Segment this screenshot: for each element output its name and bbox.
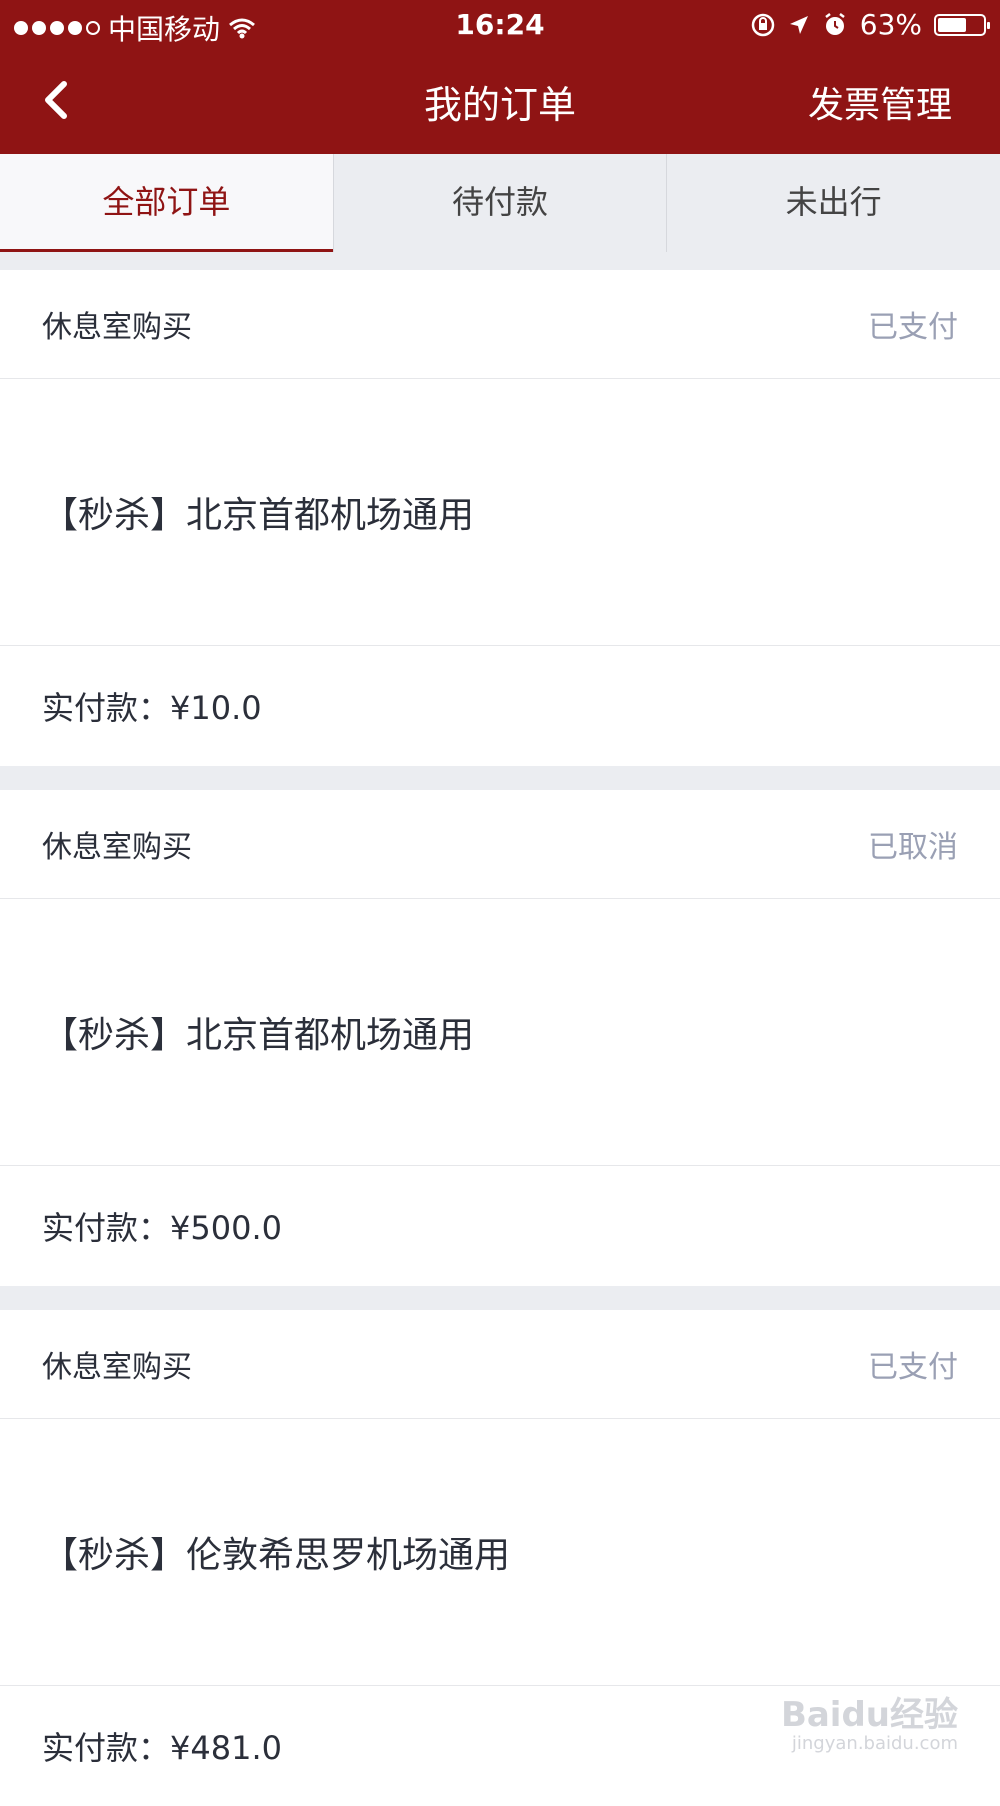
order-footer: 实付款：¥500.0 <box>0 1166 1000 1286</box>
tab-all-orders[interactable]: 全部订单 <box>0 154 334 252</box>
order-header: 休息室购买 已取消 <box>0 790 1000 899</box>
orientation-lock-icon <box>751 13 775 36</box>
baidu-watermark: Baidu经验 jingyan.baidu.com <box>780 1694 958 1755</box>
paid-amount: 实付款：¥10.0 <box>42 689 262 727</box>
tab-pending-payment[interactable]: 待付款 <box>334 154 668 252</box>
battery-fill <box>938 17 966 32</box>
order-tabs: 全部订单 待付款 未出行 <box>0 154 1000 252</box>
watermark-main: Baidu经验 <box>780 1694 958 1735</box>
order-status: 已支付 <box>868 310 958 345</box>
paid-amount: 实付款：¥481.0 <box>42 1729 282 1767</box>
order-list: 休息室购买 已支付 【秒杀】北京首都机场通用 实付款：¥10.0 休息室购买 已… <box>0 252 1000 1806</box>
alarm-icon <box>825 12 845 35</box>
location-icon <box>789 15 808 34</box>
tab-not-traveled[interactable]: 未出行 <box>667 154 1000 252</box>
chevron-left-icon <box>45 81 67 119</box>
order-type: 休息室购买 <box>42 1350 192 1385</box>
order-product[interactable]: 【秒杀】伦敦希思罗机场通用 <box>0 1419 1000 1686</box>
order-header: 休息室购买 已支付 <box>0 270 1000 379</box>
battery-percent: 63% <box>859 8 922 41</box>
order-product[interactable]: 【秒杀】北京首都机场通用 <box>0 379 1000 646</box>
order-card[interactable]: 休息室购买 已取消 【秒杀】北京首都机场通用 实付款：¥500.0 <box>0 790 1000 1286</box>
paid-amount: 实付款：¥500.0 <box>42 1209 282 1247</box>
product-name: 【秒杀】伦敦希思罗机场通用 <box>42 1535 511 1576</box>
product-name: 【秒杀】北京首都机场通用 <box>42 495 475 536</box>
order-type: 休息室购买 <box>42 830 192 865</box>
invoice-management-button[interactable]: 发票管理 <box>808 76 952 128</box>
watermark-sub: jingyan.baidu.com <box>791 1733 958 1755</box>
order-status: 已取消 <box>868 830 958 865</box>
status-bar: 中国移动 16:24 63% <box>0 0 1000 50</box>
order-footer: 实付款：¥10.0 <box>0 646 1000 766</box>
status-right: 63% <box>750 8 990 41</box>
back-button[interactable] <box>36 70 86 130</box>
order-header: 休息室购买 已支付 <box>0 1310 1000 1419</box>
order-status: 已支付 <box>868 1350 958 1385</box>
order-type: 休息室购买 <box>42 310 192 345</box>
product-name: 【秒杀】北京首都机场通用 <box>42 1015 475 1056</box>
app-header: 中国移动 16:24 63% 我的订单 发票管理 <box>0 0 1000 154</box>
battery-icon <box>934 13 990 36</box>
order-product[interactable]: 【秒杀】北京首都机场通用 <box>0 899 1000 1166</box>
order-card[interactable]: 休息室购买 已支付 【秒杀】北京首都机场通用 实付款：¥10.0 <box>0 270 1000 766</box>
nav-bar: 我的订单 发票管理 <box>0 50 1000 154</box>
